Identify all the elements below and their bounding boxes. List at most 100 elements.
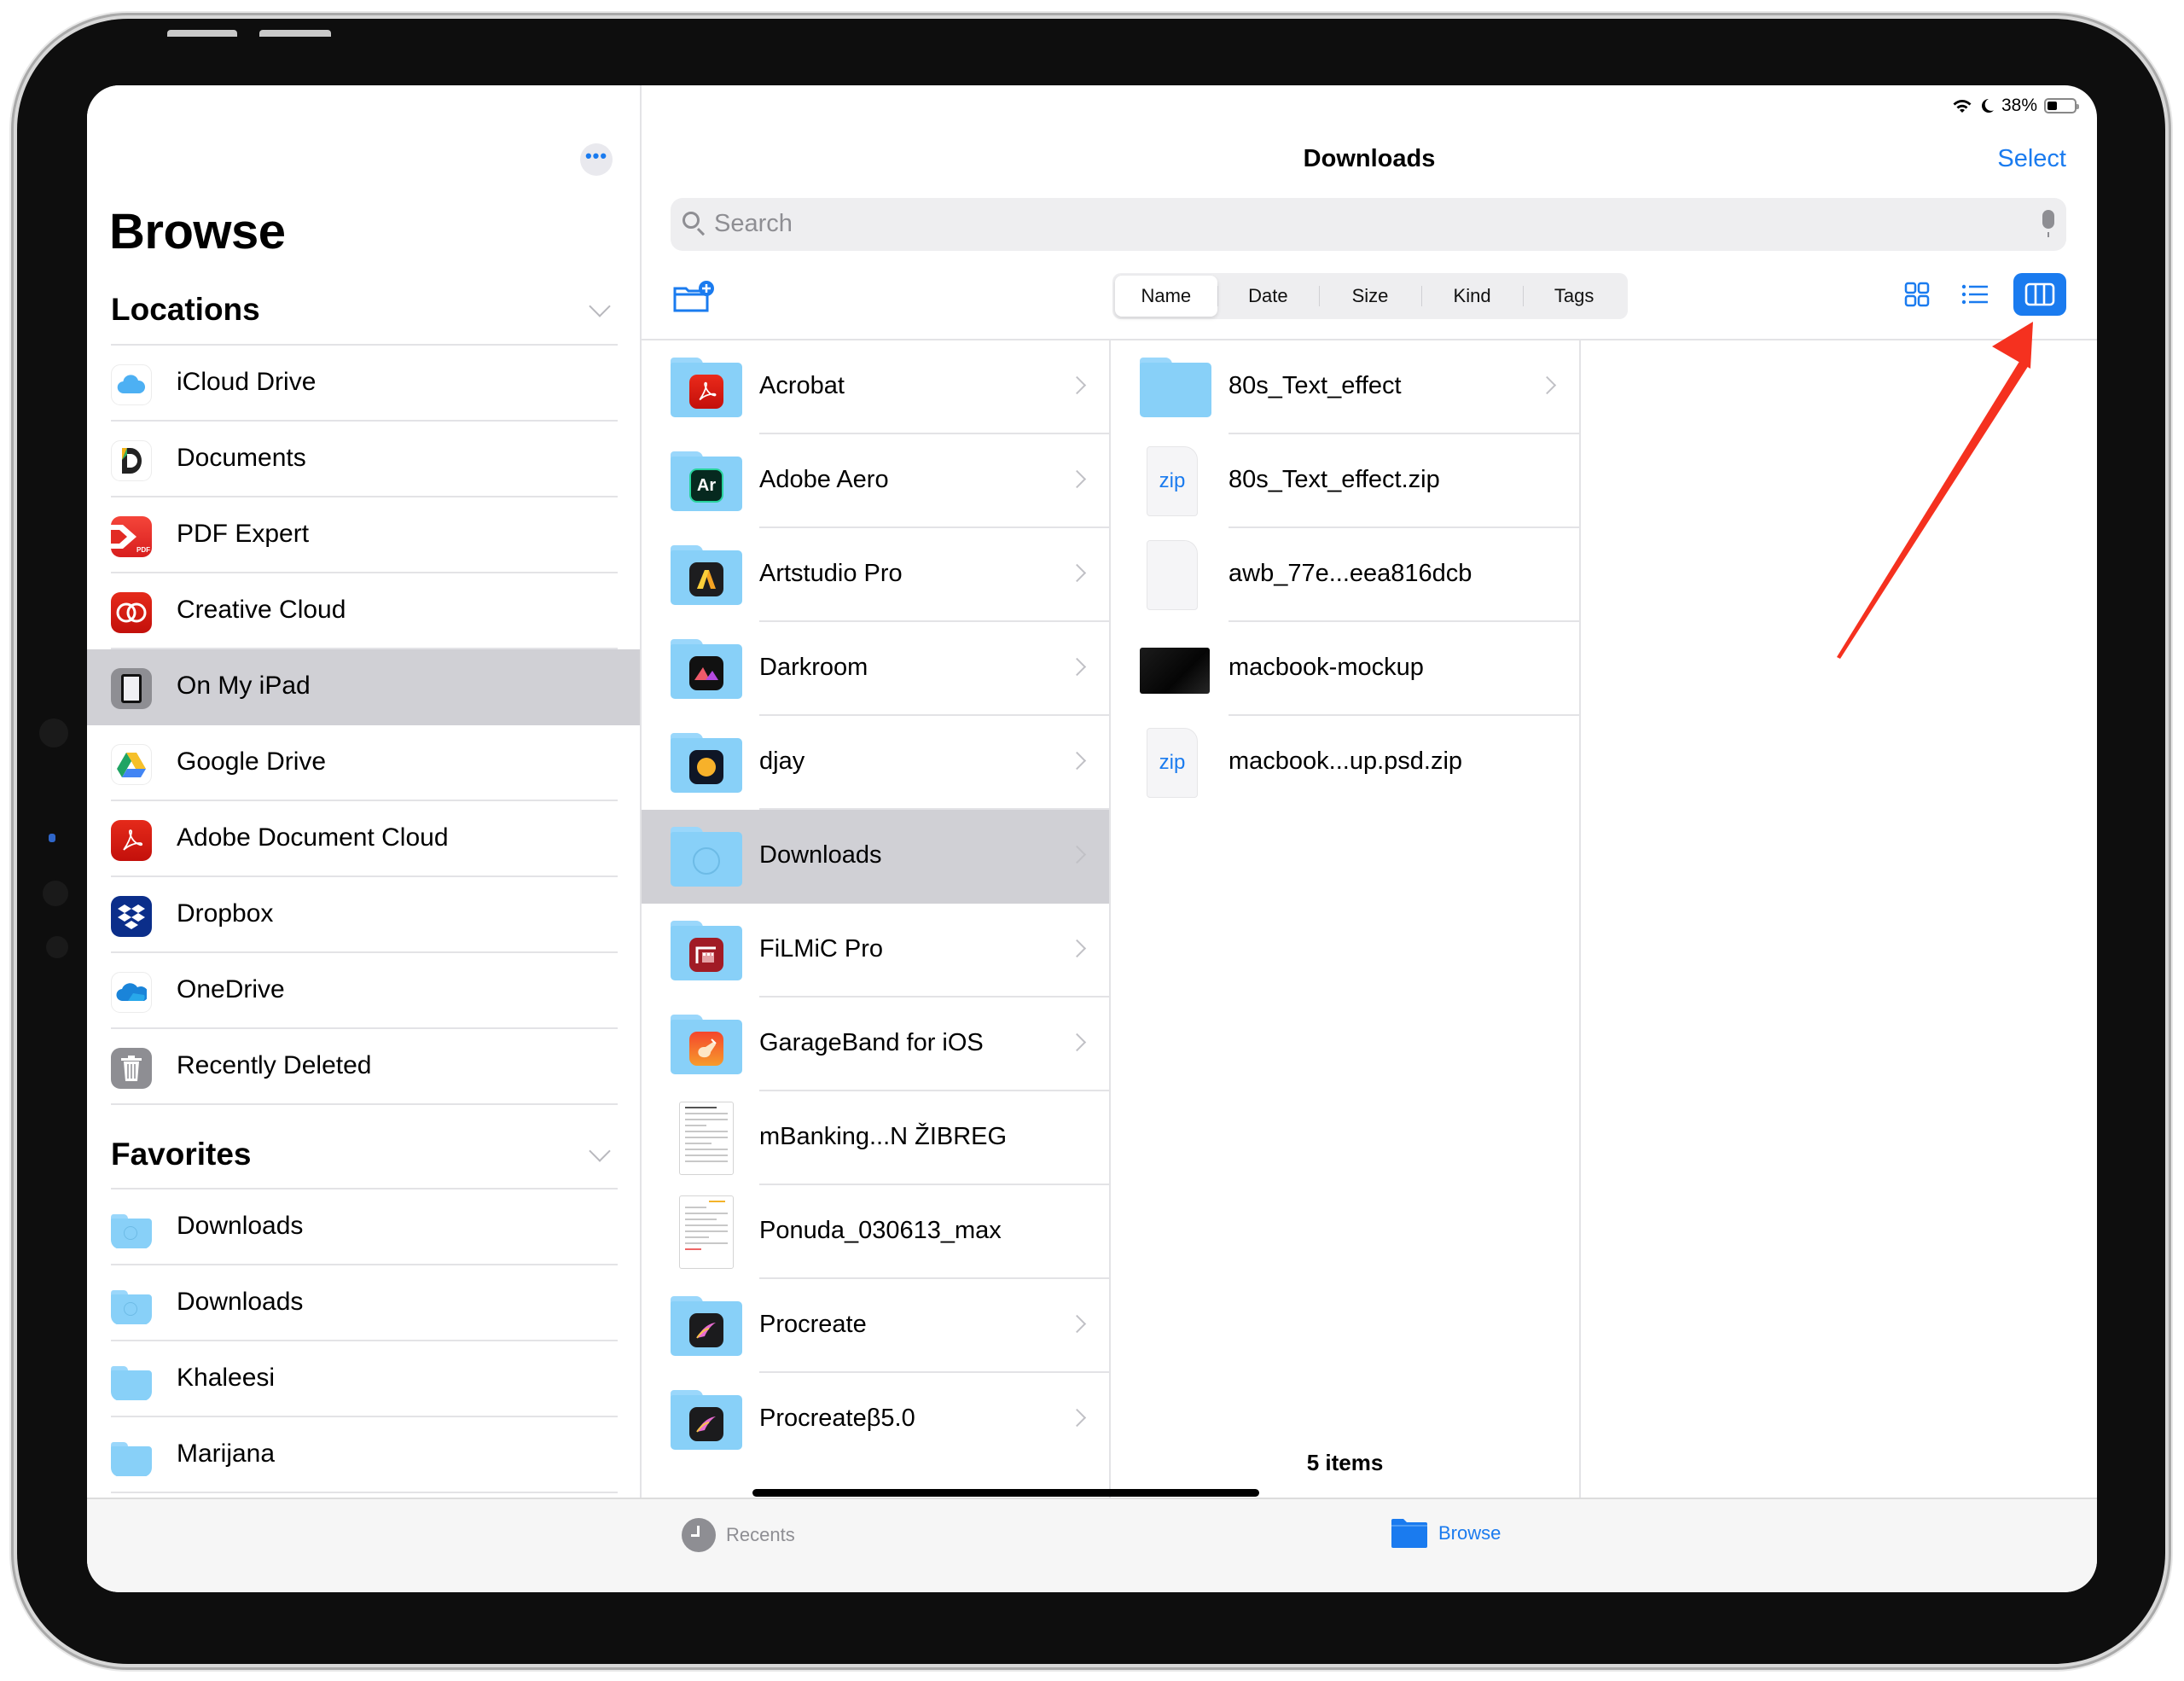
item-name: Procreateβ5.0 [759,1405,915,1432]
sort-by-name[interactable]: Name [1115,276,1217,317]
favorite-item-marijana[interactable]: Marijana [87,1417,640,1493]
sidebar-item-creative-cloud[interactable]: Creative Cloud [87,573,640,649]
file-row-80s-text-effect-zip[interactable]: zip 80s_Text_effect.zip [1111,434,1579,528]
tab-bar: Recents Browse [87,1498,2097,1592]
item-name: Procreate [759,1311,867,1338]
documents-app-icon [111,440,152,481]
volume-up-button [167,30,237,37]
favorite-item-label: Marijana [177,1440,276,1468]
adobe-aero-folder-icon: Ar [671,451,742,511]
adobe-acrobat-icon [111,820,152,861]
folder-row-procreate[interactable]: Procreate [642,1279,1109,1373]
chevron-right-icon [1067,657,1087,677]
locations-header[interactable]: Locations [111,292,260,328]
chevron-right-icon [1067,375,1087,395]
favorite-item-downloads[interactable]: Downloads [87,1189,640,1265]
new-folder-button[interactable] [672,280,715,314]
folder-row-artstudio-pro[interactable]: Artstudio Pro [642,528,1109,622]
list-view-button[interactable] [1955,275,1995,314]
tab-browse[interactable]: Browse [1391,1518,1501,1549]
divider [111,1492,618,1493]
folder-row-darkroom[interactable]: Darkroom [642,622,1109,716]
folder-row-acrobat[interactable]: Acrobat [642,340,1109,434]
sort-by-tags[interactable]: Tags [1523,276,1625,317]
home-indicator[interactable] [752,1489,1259,1497]
chevron-down-icon[interactable] [589,295,611,317]
onedrive-icon [111,972,152,1013]
file-row-awb[interactable]: awb_77e...eea816dcb [1111,528,1579,622]
tab-label: Recents [726,1524,795,1545]
favorites-header[interactable]: Favorites [111,1137,252,1172]
folder-row-garageband[interactable]: GarageBand for iOS [642,998,1109,1091]
chevron-right-icon [1067,1408,1087,1428]
darkroom-folder-icon [671,639,742,699]
chevron-right-icon [1067,469,1087,489]
sidebar-item-pdf-expert[interactable]: PDF PDF Expert [87,497,640,573]
main-pane: Downloads Select Search Name Date Size K… [642,85,2097,1498]
folder-row-procreate-beta[interactable]: Procreateβ5.0 [642,1373,1109,1467]
item-name: macbook-mockup [1228,654,1424,681]
folder-row-adobe-aero[interactable]: Ar Adobe Aero [642,434,1109,528]
folder-row-downloads[interactable]: Downloads [642,810,1109,904]
creative-cloud-icon [111,592,152,633]
sort-by-kind[interactable]: Kind [1420,276,1524,317]
folder-row-80s-text-effect[interactable]: 80s_Text_effect [1111,340,1579,434]
sidebar-item-on-my-ipad[interactable]: On My iPad [87,649,640,725]
chevron-down-icon[interactable] [589,1140,611,1162]
folder-row-filmic-pro[interactable]: FiLMiC Pro [642,904,1109,998]
procreate-folder-icon [671,1296,742,1356]
sort-by-date[interactable]: Date [1217,276,1320,317]
sort-by-size[interactable]: Size [1319,276,1421,317]
favorite-item-label: Khaleesi [177,1364,276,1392]
procreate-folder-icon [671,1390,742,1450]
more-options-button[interactable]: ••• [580,143,613,176]
item-name: Ponuda_030613_max [759,1217,1002,1244]
select-button[interactable]: Select [1997,145,2066,173]
item-name: 80s_Text_effect.zip [1228,466,1440,493]
item-name: djay [759,747,805,775]
sidebar-item-icloud-drive[interactable]: iCloud Drive [87,346,640,422]
sidebar-item-label: Creative Cloud [177,596,346,624]
columns-view-button[interactable] [2013,273,2066,316]
dropbox-icon [111,896,152,937]
sidebar-item-adobe-document-cloud[interactable]: Adobe Document Cloud [87,801,640,877]
item-name: GarageBand for iOS [759,1029,984,1056]
file-row-ponuda[interactable]: Ponuda_030613_max [642,1185,1109,1279]
sidebar-item-recently-deleted[interactable]: Recently Deleted [87,1029,640,1105]
chevron-right-icon [1067,939,1087,958]
volume-down-button [259,30,331,37]
icons-view-button[interactable] [1897,275,1937,314]
sidebar-item-google-drive[interactable]: Google Drive [87,725,640,801]
file-row-macbook-mockup[interactable]: macbook-mockup [1111,622,1579,716]
sidebar-item-label: Dropbox [177,899,274,928]
trash-icon [111,1048,152,1089]
grid-icon [1904,282,1930,307]
document-thumbnail [679,1102,734,1175]
sidebar-item-label: Google Drive [177,747,327,776]
file-row-mbanking[interactable]: mBanking...N ŽIBREG [642,1091,1109,1185]
search-input[interactable]: Search [671,198,2066,251]
camera-sensor [43,881,68,906]
filmic-folder-icon [671,921,742,980]
artstudio-folder-icon [671,545,742,605]
item-name: Downloads [759,841,882,869]
garageband-folder-icon [671,1015,742,1074]
item-name: Adobe Aero [759,466,889,493]
folder-icon [1391,1519,1427,1548]
file-row-macbook-psd-zip[interactable]: zip macbook...up.psd.zip [1111,716,1579,810]
folder-row-djay[interactable]: djay [642,716,1109,810]
favorite-item-khaleesi[interactable]: Khaleesi [87,1341,640,1417]
tab-recents[interactable]: Recents [682,1518,795,1552]
sidebar-title: Browse [109,204,286,259]
list-icon [1961,284,1988,305]
sidebar-item-onedrive[interactable]: OneDrive [87,953,640,1029]
favorite-item-downloads[interactable]: Downloads [87,1265,640,1341]
clock-icon [682,1518,716,1552]
camera-sensor [39,718,68,747]
image-thumbnail [1140,648,1210,694]
item-name: FiLMiC Pro [759,935,884,963]
microphone-icon[interactable] [2042,210,2054,237]
sidebar-item-dropbox[interactable]: Dropbox [87,877,640,953]
folder-icon [111,1360,152,1401]
sidebar-item-documents[interactable]: Documents [87,422,640,497]
